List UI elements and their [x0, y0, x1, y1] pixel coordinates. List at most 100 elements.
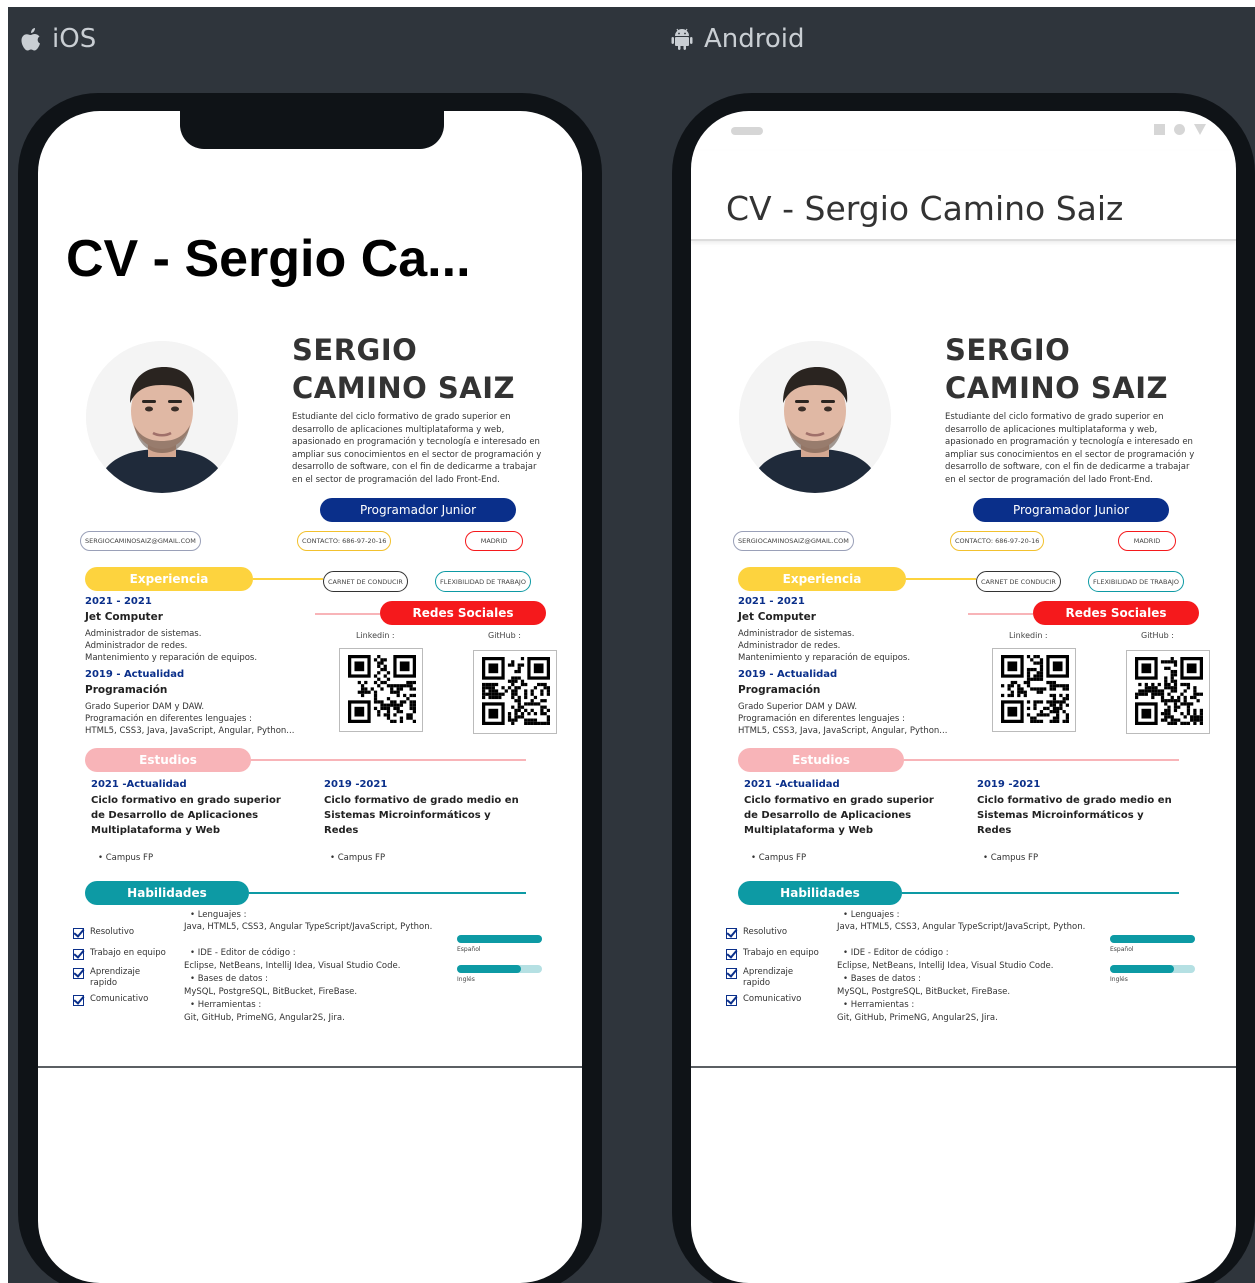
license-pill: CARNET DE CONDUCIR [976, 571, 1061, 592]
study-2-title: Ciclo formativo de grado medio en Sistem… [977, 795, 1172, 836]
ios-screen: CV - Sergio Ca... SERGIO CAMINO SAIZ Est… [38, 111, 582, 1283]
checkbox-icon [73, 928, 84, 939]
studies-section-pill: Estudios [85, 748, 251, 772]
square-icon [1154, 124, 1165, 135]
social-line [315, 613, 380, 615]
ios-device-frame: CV - Sergio Ca... SERGIO CAMINO SAIZ Est… [18, 93, 602, 1283]
profile-photo [86, 341, 238, 493]
experience-1-role: Jet Computer [85, 611, 163, 623]
ios-platform-label: iOS [20, 24, 96, 54]
cv-name: SERGIO CAMINO SAIZ [292, 333, 516, 405]
email-pill: SERGIOCAMINOSAIZ@GMAIL.COM [733, 531, 854, 551]
social-section-pill: Redes Sociales [380, 601, 546, 625]
circle-icon [1174, 124, 1185, 135]
github-qr-code[interactable] [473, 650, 557, 734]
cv-name: SERGIO CAMINO SAIZ [945, 333, 1169, 405]
apple-icon [21, 28, 40, 51]
language-bar-english [1110, 965, 1195, 973]
experience-section-pill: Experiencia [738, 567, 906, 591]
skill-fast-learning: Aprendizaje rapido [73, 967, 163, 989]
phone-pill: CONTACTO: 686-97-20-16 [950, 531, 1045, 551]
study-1-place: • Campus FP [98, 853, 154, 863]
android-icon [671, 28, 693, 50]
experience-section-pill: Experiencia [85, 567, 253, 591]
language-label-spanish: Español [457, 946, 481, 953]
profile-photo [739, 341, 891, 493]
city-pill: MADRID [1118, 531, 1176, 551]
language-label-spanish: Español [1110, 946, 1134, 953]
experience-1-date: 2021 - 2021 [85, 596, 152, 607]
cv-document: SERGIO CAMINO SAIZ Estudiante del ciclo … [38, 331, 582, 1051]
study-2-place: • Campus FP [983, 853, 1039, 863]
tech-ide-head: • IDE - Editor de código : [843, 948, 949, 958]
tech-db-list: MySQL, PostgreSQL, BitBucket, FireBase. [184, 987, 358, 997]
experience-2-line-1: Grado Superior DAM y DAW. [738, 702, 858, 712]
study-1-date: 2021 -Actualidad [91, 779, 187, 790]
skill-resolutivo: Resolutivo [726, 927, 787, 939]
city-pill: MADRID [465, 531, 523, 551]
linkedin-qr-code[interactable] [339, 648, 423, 732]
experience-1-line-1: Administrador de sistemas. [738, 629, 855, 639]
github-label: GitHub : [488, 631, 521, 640]
android-page-title: CV - Sergio Camino Saiz [726, 189, 1124, 228]
tech-languages-head: • Lenguajes : [190, 910, 247, 920]
linkedin-label: Linkedin : [1009, 631, 1048, 640]
job-title-pill: Programador Junior [320, 498, 516, 522]
experience-line [253, 578, 323, 580]
study-2-place: • Campus FP [330, 853, 386, 863]
skills-section-pill: Habilidades [738, 881, 902, 905]
language-label-english: Inglés [457, 976, 475, 983]
ios-page-title: CV - Sergio Ca... [66, 230, 471, 288]
flexibility-pill: FLEXIBILIDAD DE TRABAJO [435, 571, 531, 592]
tech-languages-list: Java, HTML5, CSS3, Angular TypeScript/Ja… [837, 922, 1086, 932]
tech-ide-list: Eclipse, NetBeans, IntelliJ Idea, Visual… [837, 961, 1054, 971]
checkbox-icon [73, 949, 84, 960]
linkedin-qr-code[interactable] [992, 648, 1076, 732]
experience-2-line-3: HTML5, CSS3, Java, JavaScript, Angular, … [85, 726, 295, 736]
tech-ide-list: Eclipse, NetBeans, IntelliJ Idea, Visual… [184, 961, 401, 971]
checkbox-icon [726, 928, 737, 939]
android-label-text: Android [704, 24, 805, 54]
language-bar-spanish [1110, 935, 1195, 943]
tech-tools-head: • Herramientas : [190, 1000, 262, 1010]
android-app-bar: CV - Sergio Camino Saiz [691, 151, 1236, 241]
studies-section-pill: Estudios [738, 748, 904, 772]
tech-tools-list: Git, GitHub, PrimeNG, Angular2S, Jira. [837, 1013, 998, 1023]
tech-languages-head: • Lenguajes : [843, 910, 900, 920]
study-2-date: 2019 -2021 [324, 779, 388, 790]
checkbox-icon [726, 995, 737, 1006]
social-section-pill: Redes Sociales [1033, 601, 1199, 625]
language-bar-english-fill [1110, 965, 1174, 973]
experience-1-line-3: Mantenimiento y reparación de equipos. [85, 653, 258, 663]
experience-2-date: 2019 - Actualidad [738, 669, 838, 680]
cv-bio: Estudiante del ciclo formativo de grado … [945, 412, 1195, 485]
job-title-pill: Programador Junior [973, 498, 1169, 522]
study-2-title: Ciclo formativo de grado medio en Sistem… [324, 795, 519, 836]
tech-tools-head: • Herramientas : [843, 1000, 915, 1010]
android-screen: CV - Sergio Camino Saiz SERGIO CAMINO SA… [691, 111, 1236, 1283]
bottom-divider [38, 1066, 582, 1068]
experience-1-role: Jet Computer [738, 611, 816, 623]
experience-1-line-2: Administrador de redes. [85, 641, 188, 651]
status-icons [1154, 124, 1206, 135]
experience-2-line-2: Programación en diferentes lenguajes : [738, 714, 905, 724]
experience-line [906, 578, 976, 580]
checkbox-icon [73, 968, 84, 979]
language-bar-spanish [457, 935, 542, 943]
tech-db-head: • Bases de datos : [843, 974, 922, 984]
skill-communicative: Comunicativo [73, 994, 148, 1006]
license-pill: CARNET DE CONDUCIR [323, 571, 408, 592]
android-platform-label: Android [670, 24, 805, 54]
tech-ide-head: • IDE - Editor de código : [190, 948, 296, 958]
flexibility-pill: FLEXIBILIDAD DE TRABAJO [1088, 571, 1184, 592]
checkbox-icon [726, 949, 737, 960]
github-qr-code[interactable] [1126, 650, 1210, 734]
language-bar-spanish-fill [457, 935, 542, 943]
experience-1-line-3: Mantenimiento y reparación de equipos. [738, 653, 911, 663]
cv-document: SERGIO CAMINO SAIZ Estudiante del ciclo … [691, 331, 1236, 1051]
study-1-place: • Campus FP [751, 853, 807, 863]
status-pill [731, 127, 763, 135]
checkbox-icon [726, 968, 737, 979]
experience-1-line-1: Administrador de sistemas. [85, 629, 202, 639]
skill-resolutivo: Resolutivo [73, 927, 134, 939]
